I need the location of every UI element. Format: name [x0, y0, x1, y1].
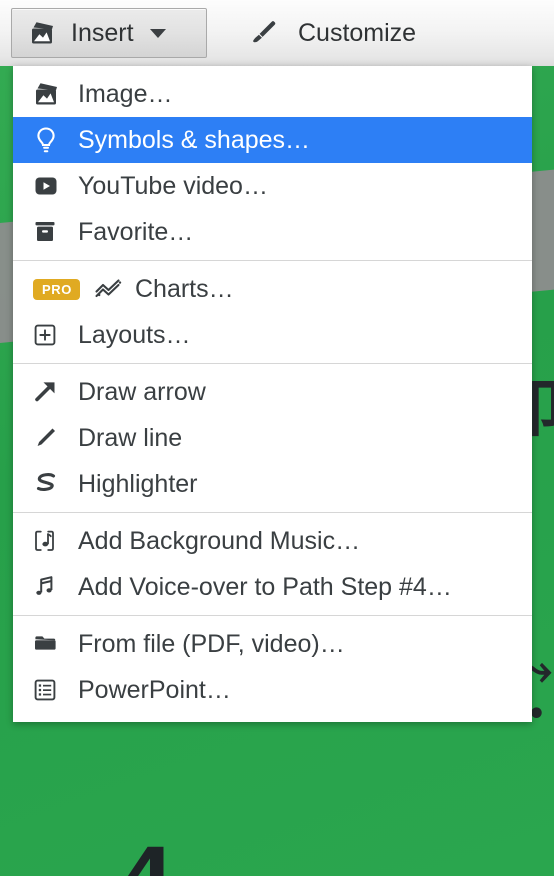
insert-dropdown-menu: Image… Symbols & shapes… YouTube video…	[13, 66, 532, 722]
menu-section-content: PRO Charts… Layouts…	[13, 261, 532, 363]
archive-box-icon	[33, 219, 67, 245]
highlighter-icon	[33, 471, 67, 497]
menu-item-label: From file (PDF, video)…	[78, 629, 345, 658]
menu-section-audio: Add Background Music… Add Voice-over to …	[13, 513, 532, 615]
insert-button[interactable]: Insert	[11, 8, 207, 58]
pencil-icon	[33, 425, 67, 451]
menu-section-import: From file (PDF, video)… PowerPoint…	[13, 616, 532, 722]
menu-section-media: Image… Symbols & shapes… YouTube video…	[13, 66, 532, 260]
menu-item-from-file[interactable]: From file (PDF, video)…	[13, 621, 532, 667]
menu-item-draw-line[interactable]: Draw line	[13, 415, 532, 461]
pro-badge: PRO	[33, 278, 80, 300]
top-toolbar: Insert Customize	[0, 0, 554, 66]
menu-section-drawing: Draw arrow Draw line Highlighter	[13, 364, 532, 512]
customize-button[interactable]: Customize	[238, 8, 428, 58]
music-note-icon	[33, 574, 67, 600]
menu-item-label: Image…	[78, 79, 173, 108]
menu-item-label: Highlighter	[78, 469, 198, 498]
play-button-icon	[33, 174, 67, 198]
customize-button-label: Customize	[298, 18, 417, 47]
menu-item-label: Favorite…	[78, 217, 194, 246]
menu-item-add-voice-over[interactable]: Add Voice-over to Path Step #4…	[13, 564, 532, 610]
menu-item-label: Layouts…	[78, 320, 191, 349]
music-box-icon	[33, 528, 67, 554]
menu-item-label: YouTube video…	[78, 171, 268, 200]
menu-item-label: Add Background Music…	[78, 526, 361, 555]
lightbulb-icon	[33, 126, 67, 154]
menu-item-layouts[interactable]: Layouts…	[13, 312, 532, 358]
paintbrush-icon	[250, 19, 280, 47]
menu-item-draw-arrow[interactable]: Draw arrow	[13, 369, 532, 415]
menu-item-powerpoint[interactable]: PowerPoint…	[13, 667, 532, 713]
menu-item-favorite[interactable]: Favorite…	[13, 209, 532, 255]
image-stack-icon	[29, 20, 59, 46]
menu-item-symbols-and-shapes[interactable]: Symbols & shapes…	[13, 117, 532, 163]
arrow-up-right-icon	[33, 379, 67, 405]
slide-glyph-bottom: 4	[122, 831, 175, 876]
menu-item-highlighter[interactable]: Highlighter	[13, 461, 532, 507]
menu-item-image[interactable]: Image…	[13, 71, 532, 117]
plus-square-icon	[33, 322, 67, 348]
insert-button-label: Insert	[71, 18, 134, 47]
menu-item-label: Charts…	[134, 274, 234, 303]
menu-item-label: PowerPoint…	[78, 675, 231, 704]
folder-icon	[33, 632, 67, 656]
menu-item-youtube-video[interactable]: YouTube video…	[13, 163, 532, 209]
menu-item-label: Draw arrow	[78, 377, 206, 406]
menu-item-charts[interactable]: PRO Charts…	[13, 266, 532, 312]
menu-item-label: Draw line	[78, 423, 183, 452]
chevron-down-icon	[149, 28, 166, 38]
line-chart-icon	[94, 277, 124, 301]
list-box-icon	[33, 677, 67, 703]
menu-item-add-background-music[interactable]: Add Background Music…	[13, 518, 532, 564]
image-stack-icon	[33, 81, 67, 107]
menu-item-label: Symbols & shapes…	[78, 125, 311, 154]
menu-item-label: Add Voice-over to Path Step #4…	[78, 572, 452, 601]
